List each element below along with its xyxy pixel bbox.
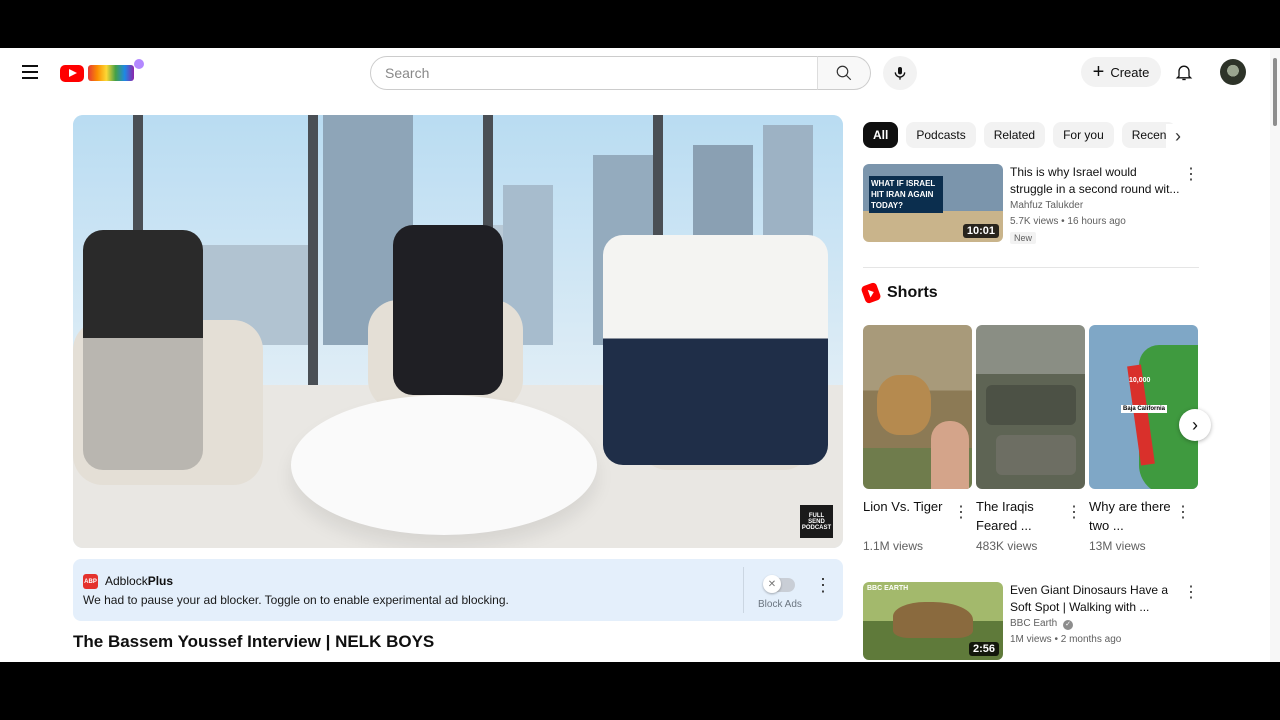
search-placeholder: Search [385,65,430,81]
adblock-brand-suffix: Plus [147,574,174,588]
coffee-table [291,395,597,535]
adblock-message: We had to pause your ad blocker. Toggle … [83,593,509,607]
more-options-icon[interactable]: ⋮ [1066,502,1082,522]
voice-search-button[interactable] [883,56,917,90]
chip-related[interactable]: Related [983,122,1046,148]
short-thumbnail[interactable] [976,325,1085,489]
adblock-brand: AdblockPlus [105,574,173,588]
menu-icon-bar [22,77,38,79]
more-options-icon[interactable]: ⋮ [1183,164,1199,184]
account-avatar[interactable] [1220,59,1246,85]
guide-menu-button[interactable] [14,56,46,88]
short-item[interactable]: Lion Vs. Tiger 1.1M views ⋮ [863,325,973,553]
chip-for-you[interactable]: For you [1053,122,1114,148]
video-meta: 1M views • 2 months ago [1010,634,1122,645]
page-scrollbar[interactable] [1270,48,1280,662]
channel-name[interactable]: Mahfuz Talukder [1010,200,1083,211]
video-duration: 10:01 [962,224,999,238]
close-icon: ✕ [763,575,781,593]
chip-podcasts[interactable]: Podcasts [906,122,976,148]
short-views: 1.1M views [863,539,924,553]
block-ads-label: Block Ads [758,599,802,610]
short-item[interactable]: The Iraqis Feared ... 483K views ⋮ [976,325,1086,553]
tank-image [986,385,1076,425]
shorts-title: Shorts [887,284,938,301]
plus-icon: + [1092,61,1105,83]
notifications-button[interactable] [1170,58,1198,86]
thumbnail-text: BBC EARTH [867,585,909,592]
youtube-doodle-icon [88,59,144,81]
divider [743,567,744,613]
youtube-watch-page: Search + Create FULL SEND PODCAST ABP Ad… [0,48,1280,662]
short-title[interactable]: Lion Vs. Tiger [863,497,953,535]
tank-image [996,435,1076,475]
more-options-icon[interactable]: ⋮ [1175,502,1191,522]
chip-all[interactable]: All [863,122,899,148]
map-label: Baja California [1121,405,1168,413]
shorts-heading: Shorts [860,281,938,305]
more-options-icon[interactable]: ⋮ [953,502,969,522]
short-views: 13M views [1089,539,1146,553]
channel-name-text: BBC Earth [1010,618,1058,629]
short-title[interactable]: Why are there two ... [1089,497,1179,535]
create-label: Create [1110,64,1150,80]
search-button[interactable] [817,56,871,90]
more-options-icon[interactable]: ⋮ [1183,582,1199,602]
youtube-play-icon [60,64,84,82]
lion-image [877,375,931,435]
short-title[interactable]: The Iraqis Feared ... [976,497,1066,535]
host-center [393,225,503,395]
letterbox-top [0,0,1280,48]
video-meta: 5.7K views • 16 hours ago [1010,216,1126,227]
guest-right [603,235,828,465]
host-left [83,230,203,470]
adblock-banner: ABP AdblockPlus We had to pause your ad … [73,559,843,621]
more-options-icon[interactable]: ⋮ [813,575,833,599]
video-thumbnail[interactable]: WHAT IF ISRAEL HIT IRAN AGAIN TODAY? 10:… [863,164,1003,242]
video-duration: 2:56 [968,642,999,656]
dinosaur-image [893,602,973,638]
menu-icon-bar [22,65,38,67]
short-thumbnail[interactable] [863,325,972,489]
adblock-brand-prefix: Adblock [105,574,148,588]
window-frame [308,115,318,415]
new-badge: New [1010,232,1037,244]
scrollbar-thumb[interactable] [1273,58,1277,126]
letterbox-bottom [0,662,1280,720]
presenter-image [931,421,969,489]
microphone-icon [894,67,906,80]
recommendation-title[interactable]: This is why Israel would struggle in a s… [1010,164,1182,198]
filter-chips: All Podcasts Related For you Recen [863,122,1193,150]
video-thumbnail[interactable]: BBC EARTH 2:56 [863,582,1003,660]
recommendation-item[interactable]: WHAT IF ISRAEL HIT IRAN AGAIN TODAY? 10:… [863,164,1203,246]
short-views: 483K views [976,539,1038,553]
create-button[interactable]: + Create [1081,57,1161,87]
bell-icon [1175,65,1193,81]
youtube-logo[interactable] [60,59,144,84]
recommendation-item[interactable]: BBC EARTH 2:56 Even Giant Dinosaurs Have… [863,582,1203,662]
map-number: 10,000 [1129,377,1151,384]
shorts-icon [860,281,882,305]
verified-icon: ✓ [1063,620,1074,630]
block-ads-toggle[interactable]: ✕ [763,575,795,593]
search-icon [836,65,852,81]
thumbnail-text: WHAT IF ISRAEL HIT IRAN AGAIN TODAY? [869,176,943,213]
video-title: The Bassem Youssef Interview | NELK BOYS [73,632,435,651]
chevron-right-icon[interactable]: › [1179,409,1211,441]
adblock-plus-logo-icon: ABP [83,574,98,589]
search-input[interactable]: Search [370,56,818,90]
short-thumbnail[interactable]: 10,000 Baja California [1089,325,1198,489]
short-item[interactable]: 10,000 Baja California Why are there two… [1089,325,1199,553]
video-player[interactable]: FULL SEND PODCAST [73,115,843,548]
masthead: Search + Create [0,48,1270,96]
menu-icon-bar [22,71,38,73]
podcast-watermark: FULL SEND PODCAST [800,505,833,538]
chevron-right-icon[interactable]: › [1166,124,1190,148]
divider [863,267,1199,268]
recommendation-title[interactable]: Even Giant Dinosaurs Have a Soft Spot | … [1010,582,1182,616]
channel-name[interactable]: BBC Earth ✓ [1010,618,1074,630]
